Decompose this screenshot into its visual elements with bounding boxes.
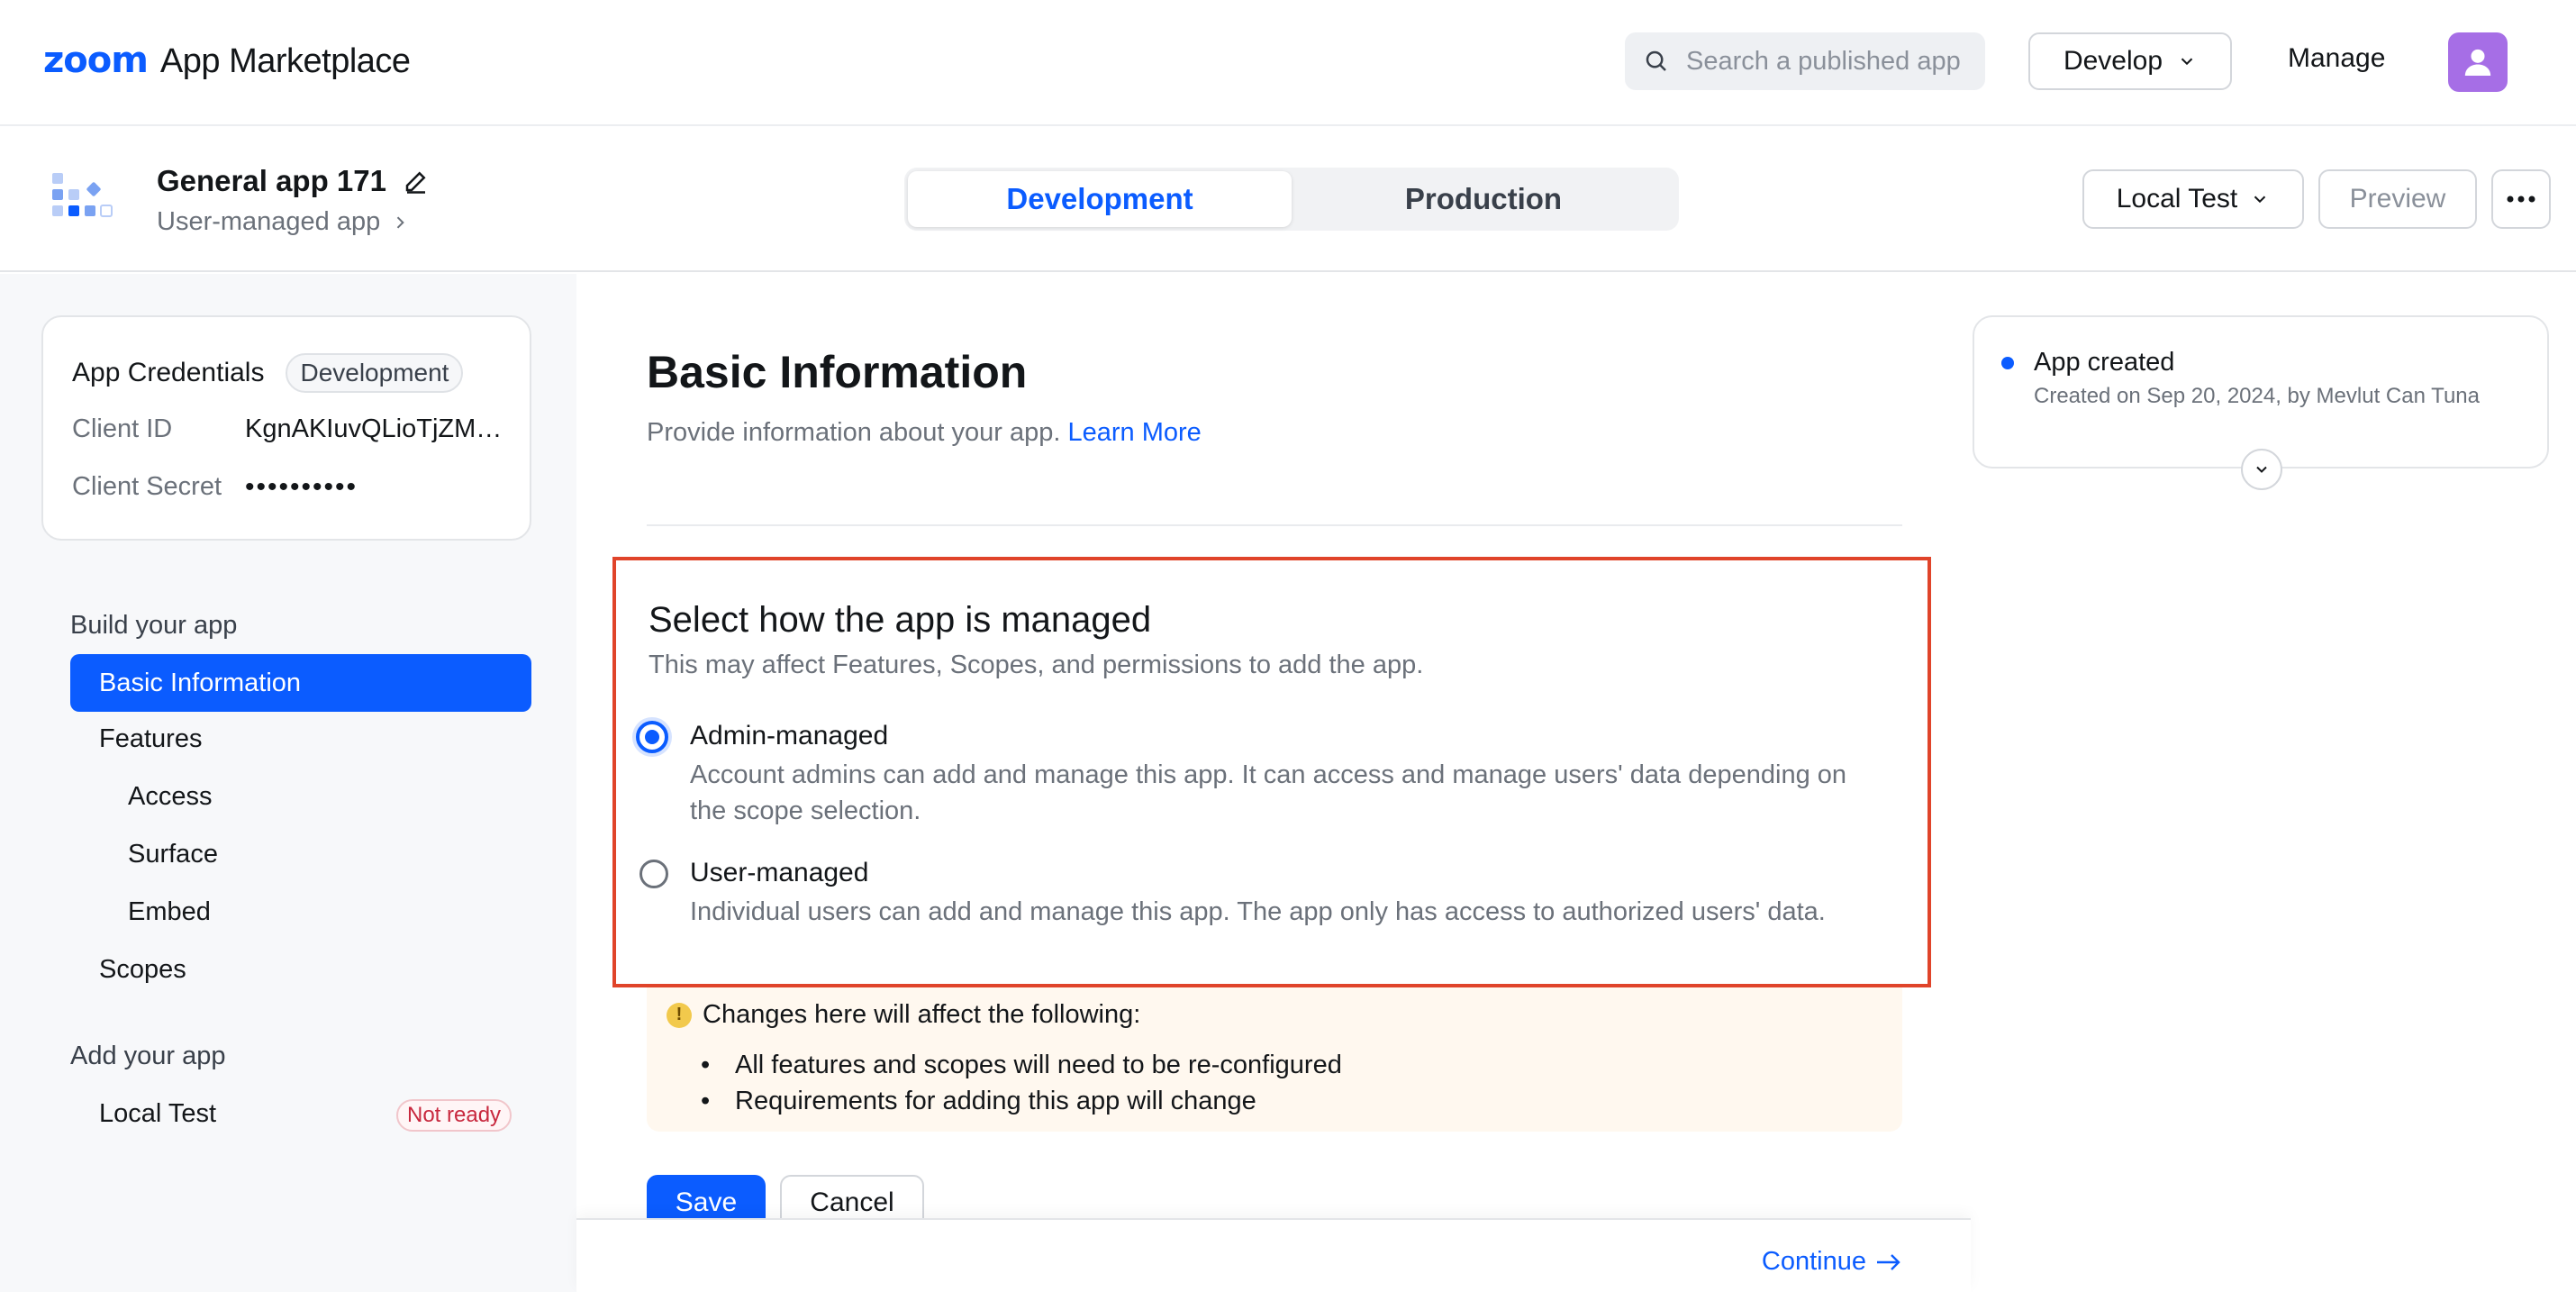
sidebar-item-embed[interactable]: Embed — [128, 897, 211, 927]
admin-managed-label[interactable]: Admin-managed — [690, 721, 888, 751]
sidebar-item-surface[interactable]: Surface — [128, 840, 218, 869]
sidebar-item-local-test[interactable]: Local Test — [99, 1099, 216, 1129]
chevron-down-icon — [2181, 58, 2193, 66]
chevron-right-icon — [397, 215, 405, 229]
management-type-section: Select how the app is managed This may a… — [612, 557, 1931, 987]
status-badge: Not ready — [396, 1099, 512, 1132]
tab-development[interactable]: Development — [908, 171, 1292, 227]
section-title: Select how the app is managed — [649, 600, 1152, 640]
build-your-app-heading: Build your app — [70, 611, 238, 640]
search-input[interactable]: Search a published app — [1625, 32, 1985, 90]
continue-label: Continue — [1761, 1247, 1866, 1276]
app-name: General app 171 — [157, 164, 430, 198]
chevron-down-icon — [2254, 196, 2266, 204]
user-managed-label[interactable]: User-managed — [690, 858, 868, 888]
warning-callout: ! Changes here will affect the following… — [647, 987, 1902, 1132]
develop-dropdown[interactable]: Develop — [2028, 32, 2232, 90]
continue-link[interactable]: Continue — [1762, 1247, 1902, 1277]
local-test-label: Local Test — [2116, 184, 2238, 214]
app-type-label: User-managed app — [157, 207, 381, 236]
warning-icon: ! — [667, 1002, 692, 1028]
admin-managed-description: Account admins can add and manage this a… — [690, 760, 1847, 825]
zoom-marketplace-logo[interactable]: zoom App Marketplace — [43, 40, 411, 81]
user-managed-radio[interactable] — [639, 860, 668, 888]
environment-tabs: Development Production — [904, 168, 1679, 231]
warning-heading: ! Changes here will affect the following… — [667, 1000, 1140, 1030]
search-placeholder: Search a published app — [1686, 46, 1961, 76]
sidebar-item-features[interactable]: Features — [99, 724, 202, 754]
page-title: Basic Information — [647, 347, 1028, 397]
list-item: All features and scopes will need to be … — [701, 1047, 1342, 1083]
user-icon — [2464, 49, 2491, 76]
learn-more-link[interactable]: Learn More — [1068, 418, 1202, 447]
activity-subtitle: Created on Sep 20, 2024, by Mevlut Can T… — [2034, 384, 2480, 408]
marketplace-title: App Marketplace — [159, 42, 411, 80]
footer-bar: Continue — [576, 1218, 1971, 1292]
divider — [647, 524, 1902, 526]
local-test-dropdown[interactable]: Local Test — [2082, 169, 2304, 229]
client-secret-value[interactable]: •••••••••• — [245, 472, 506, 503]
credentials-heading: App Credentials — [72, 358, 265, 387]
app-name-text: General app 171 — [157, 164, 386, 197]
sidebar-item-basic-information[interactable]: Basic Information — [70, 654, 531, 712]
tab-production[interactable]: Production — [1292, 171, 1675, 227]
search-icon — [1646, 50, 1666, 71]
section-description: This may affect Features, Scopes, and pe… — [649, 651, 1424, 679]
zoom-logo-word: zoom — [43, 40, 149, 81]
environment-chip: Development — [286, 353, 464, 393]
more-options-button[interactable] — [2491, 169, 2551, 229]
list-item: Requirements for adding this app will ch… — [701, 1083, 1342, 1119]
expand-activity-button[interactable] — [2241, 449, 2282, 490]
top-navigation: zoom App Marketplace Search a published … — [0, 0, 2576, 126]
credentials-title: App Credentials Development — [72, 353, 464, 393]
activity-card: App created Created on Sep 20, 2024, by … — [1973, 315, 2549, 490]
add-your-app-heading: Add your app — [70, 1042, 226, 1070]
warning-heading-text: Changes here will affect the following: — [703, 1000, 1141, 1029]
main-content: Basic Information Provide information ab… — [576, 274, 1971, 1292]
avatar[interactable] — [2448, 32, 2508, 92]
arrow-right-icon — [1877, 1253, 1900, 1270]
edit-pencil-icon[interactable] — [403, 168, 430, 195]
client-id-row: Client ID KgnAKIuvQLioTjZMJ8nVw — [72, 414, 506, 444]
client-id-value[interactable]: KgnAKIuvQLioTjZMJ8nVw — [245, 414, 506, 444]
more-horizontal-icon — [2507, 196, 2535, 203]
client-secret-row: Client Secret •••••••••• — [72, 472, 506, 503]
preview-button[interactable]: Preview — [2318, 169, 2477, 229]
sidebar-item-scopes[interactable]: Scopes — [99, 955, 186, 985]
manage-link[interactable]: Manage — [2288, 43, 2385, 74]
admin-managed-radio[interactable] — [636, 721, 668, 753]
warning-list: All features and scopes will need to be … — [701, 1047, 1342, 1119]
sidebar-item-access[interactable]: Access — [128, 782, 212, 812]
chevron-down-icon — [2256, 466, 2267, 473]
app-header: General app 171 User-managed app Develop… — [0, 128, 2576, 272]
page-description-text: Provide information about your app. — [647, 418, 1061, 447]
app-icon — [52, 173, 113, 217]
client-secret-label: Client Secret — [72, 472, 222, 501]
timeline-dot — [2001, 357, 2014, 369]
page-description: Provide information about your app. Lear… — [647, 418, 1202, 448]
develop-label: Develop — [2063, 46, 2163, 76]
user-managed-description: Individual users can add and manage this… — [690, 897, 1826, 926]
sidebar: App Credentials Development Client ID Kg… — [0, 274, 576, 1292]
client-id-label: Client ID — [72, 414, 173, 443]
activity-title: App created — [2034, 348, 2175, 377]
app-type-link[interactable]: User-managed app — [157, 207, 409, 237]
credentials-card: App Credentials Development Client ID Kg… — [41, 315, 531, 541]
